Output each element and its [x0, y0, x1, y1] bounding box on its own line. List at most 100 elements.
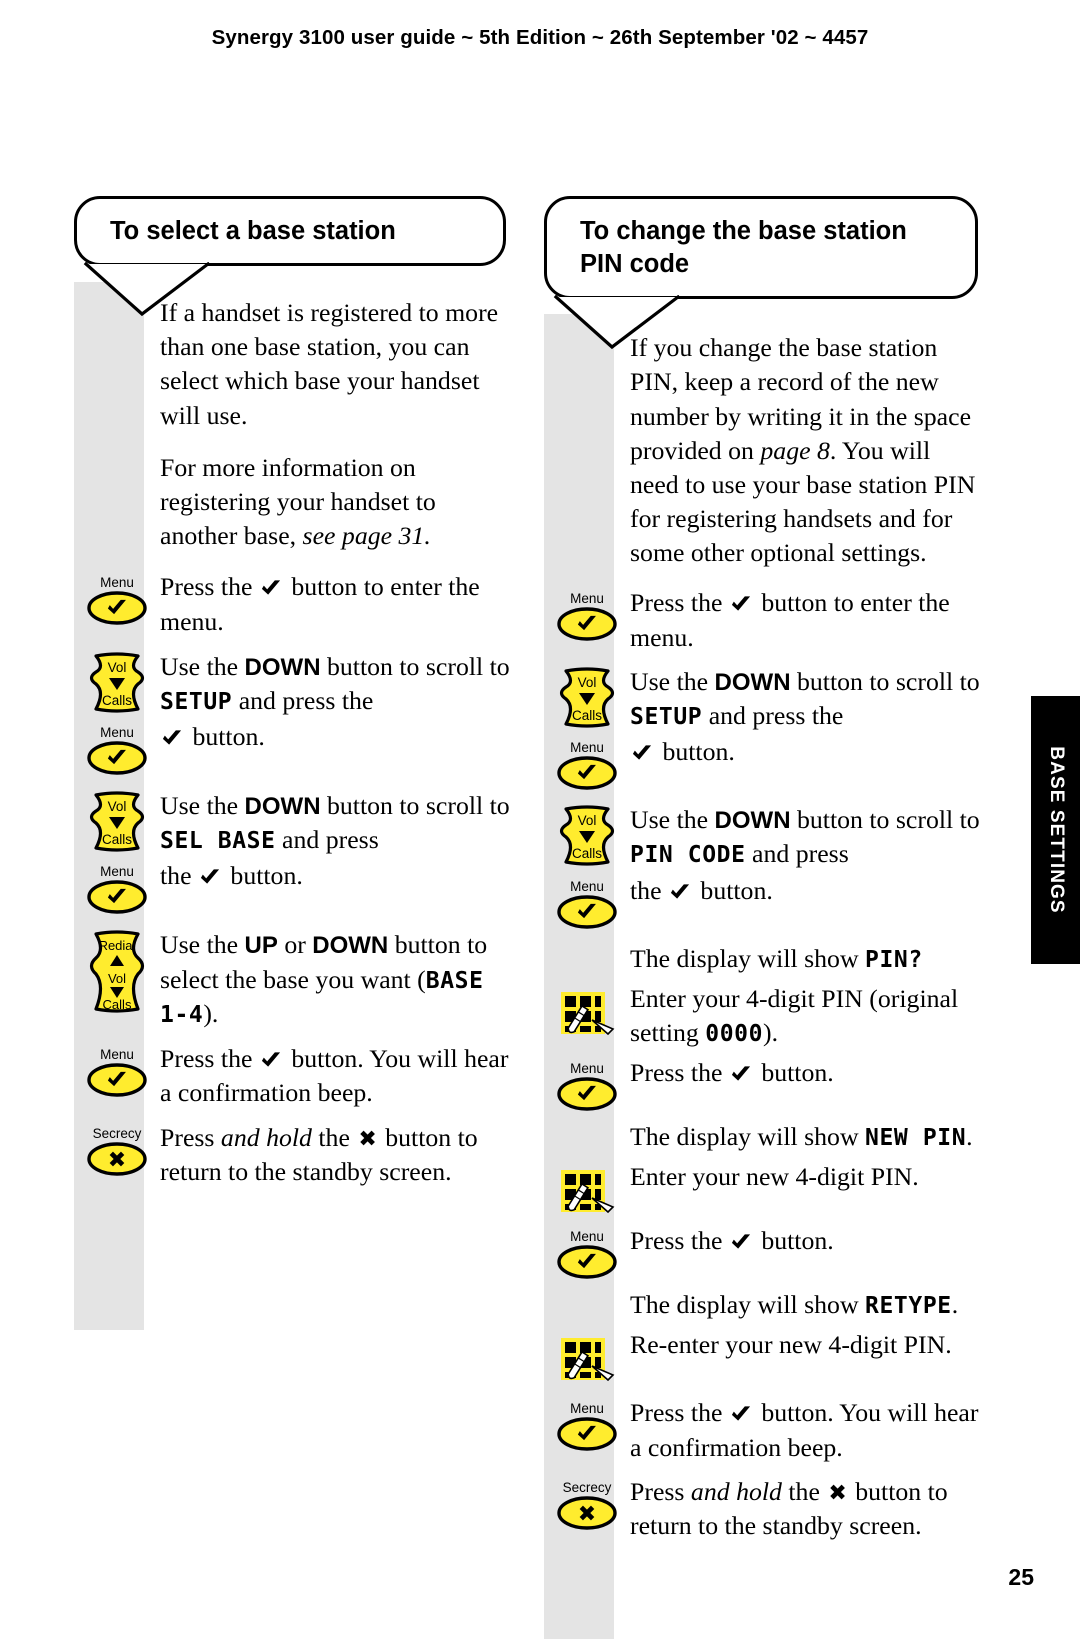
step-instruction-text: The display will show NEW PIN. — [630, 1122, 973, 1152]
instruction-step: Vol Calls Use the DOWN button to scroll … — [544, 803, 984, 871]
ui-key-name: UP — [244, 932, 278, 960]
intro-paragraph: For more information on registering your… — [160, 452, 436, 551]
step-instruction-text: Press and hold the ✖ button to return to… — [160, 1123, 478, 1187]
menu-key-icon[interactable]: Menu — [554, 876, 620, 932]
svg-text:Calls: Calls — [572, 846, 602, 861]
check-button-glyph-icon — [199, 867, 221, 886]
svg-text:Menu: Menu — [100, 864, 134, 879]
step-key-illustration: Vol Calls — [74, 789, 160, 853]
instruction-step: Secrecy ✖ Press and hold the ✖ button to… — [74, 1121, 510, 1189]
secrecy-key-icon[interactable]: Secrecy ✖ — [551, 1477, 623, 1533]
menu-key-icon[interactable]: Menu — [554, 1058, 620, 1114]
step-instruction-text: Press the button. — [630, 1226, 834, 1256]
step-instruction-text: Press the button. — [630, 1058, 834, 1088]
svg-text:Calls: Calls — [102, 693, 132, 708]
svg-text:Secrecy: Secrecy — [93, 1126, 142, 1141]
intro-paragraph-group: If you change the base station PIN, keep… — [544, 331, 984, 570]
speech-bubble-tail-icon — [83, 262, 211, 317]
svg-text:✖: ✖ — [578, 1502, 596, 1527]
redial-volume-calls-key-icon[interactable]: Redial Vol Calls — [82, 930, 152, 1014]
keypad-key-icon[interactable] — [556, 1162, 618, 1218]
menu-key-icon[interactable]: Menu — [554, 737, 620, 793]
svg-text:Menu: Menu — [570, 879, 604, 894]
instruction-step: Vol Calls Use the DOWN button to scroll … — [74, 789, 510, 857]
step-instruction-text: Re-enter your new 4-digit PIN. — [630, 1330, 952, 1360]
step-key-illustration: Menu — [74, 720, 160, 778]
check-button-glyph-icon — [260, 578, 282, 597]
step-key-illustration: Secrecy ✖ — [544, 1475, 630, 1533]
right-body: If you change the base station PIN, keep… — [544, 299, 984, 1543]
menu-key-icon[interactable]: Menu — [554, 588, 620, 644]
step-key-illustration: Menu — [74, 1042, 160, 1100]
cross-button-glyph-icon: ✖ — [358, 1127, 377, 1153]
lcd-display-text: SEL BASE — [160, 828, 276, 855]
step-key-illustration — [544, 982, 630, 1040]
svg-text:Redial: Redial — [99, 938, 136, 953]
step-instruction-text: Use the DOWN button to scroll to SEL BAS… — [160, 791, 510, 855]
menu-key-icon[interactable]: Menu — [554, 1398, 620, 1454]
volume-calls-key-icon[interactable]: Vol Calls — [84, 652, 150, 714]
cross-button-glyph-icon: ✖ — [828, 1480, 847, 1506]
lcd-display-text: NEW PIN — [865, 1125, 967, 1152]
instruction-step: Menu button. — [544, 735, 984, 793]
ui-key-name: DOWN — [244, 793, 321, 821]
intro-paragraph: If a handset is registered to more than … — [160, 298, 499, 430]
instruction-step: Menu Press the button. You will hear a c… — [544, 1396, 984, 1464]
step-key-illustration: Menu — [74, 859, 160, 917]
left-heading-bubble: To select a base station — [74, 196, 506, 267]
lcd-display-text: 0000 — [705, 1020, 764, 1047]
svg-text:Vol: Vol — [578, 675, 597, 690]
step-instruction-text: Use the DOWN button to scroll to SETUP a… — [630, 666, 980, 730]
instruction-step: Vol Calls Use the DOWN button to scroll … — [74, 650, 510, 718]
check-button-glyph-icon — [260, 1050, 282, 1069]
intro-text: If a handset is registered to more than … — [160, 296, 510, 553]
check-button-glyph-icon — [730, 1232, 752, 1251]
instruction-step: Re-enter your new 4-digit PIN. — [544, 1328, 984, 1386]
step-instruction-text: the button. — [630, 875, 773, 905]
secrecy-key-icon[interactable]: Secrecy ✖ — [81, 1123, 153, 1179]
svg-text:Menu: Menu — [570, 591, 604, 606]
step-key-illustration — [544, 1120, 630, 1122]
step-instruction-text: the button. — [160, 861, 303, 891]
right-heading-line2: PIN code — [580, 250, 690, 279]
step-instruction-text: Press the button to enter the menu. — [160, 572, 480, 636]
check-button-glyph-icon — [669, 882, 691, 901]
step-key-illustration: Menu — [544, 586, 630, 644]
intro-text: If you change the base station PIN, keep… — [630, 331, 984, 570]
ui-key-name: DOWN — [312, 932, 389, 960]
check-button-glyph-icon — [730, 1064, 752, 1083]
keypad-key-icon[interactable] — [556, 984, 618, 1040]
cross-reference: see page 31. — [302, 521, 431, 551]
menu-key-icon[interactable]: Menu — [84, 572, 150, 628]
instruction-step: Enter your new 4-digit PIN. — [544, 1160, 984, 1218]
step-key-illustration: Vol Calls — [544, 665, 630, 729]
intro-paragraph: If you change the base station PIN, keep… — [630, 333, 976, 568]
step-key-illustration: Redial Vol Calls — [74, 928, 160, 1014]
instruction-step: Menu button. — [74, 720, 510, 778]
keypad-key-icon[interactable] — [556, 1330, 618, 1386]
left-body: If a handset is registered to more than … — [74, 266, 510, 1189]
step-key-illustration — [544, 1328, 630, 1386]
instruction-step: The display will show NEW PIN. — [544, 1120, 984, 1154]
instruction-step: Menu Press the button. — [544, 1224, 984, 1282]
svg-text:Menu: Menu — [100, 575, 134, 590]
menu-key-icon[interactable]: Menu — [84, 1044, 150, 1100]
instruction-step: Secrecy ✖ Press and hold the ✖ button to… — [544, 1475, 984, 1543]
right-heading-bubble-wrap: To change the base station PIN code — [544, 196, 984, 350]
step-key-illustration: Menu — [74, 570, 160, 628]
volume-calls-key-icon[interactable]: Vol Calls — [554, 667, 620, 729]
menu-key-icon[interactable]: Menu — [84, 861, 150, 917]
side-tab-base-settings: BASE SETTINGS — [1031, 696, 1080, 964]
volume-calls-key-icon[interactable]: Vol Calls — [84, 791, 150, 853]
instruction-step: Redial Vol Calls Use the UP or DOWN butt… — [74, 928, 510, 1031]
instruction-step: Menu the button. — [544, 874, 984, 932]
side-tab-label: BASE SETTINGS — [1045, 746, 1067, 914]
step-instruction-text: Use the DOWN button to scroll to PIN COD… — [630, 805, 980, 869]
check-button-glyph-icon — [730, 1404, 752, 1423]
page-number: 25 — [1008, 1564, 1034, 1590]
menu-key-icon[interactable]: Menu — [554, 1226, 620, 1282]
instruction-step: Menu Press the button. — [544, 1056, 984, 1114]
volume-calls-key-icon[interactable]: Vol Calls — [554, 805, 620, 867]
menu-key-icon[interactable]: Menu — [84, 722, 150, 778]
instruction-step: The display will show PIN? — [544, 942, 984, 976]
